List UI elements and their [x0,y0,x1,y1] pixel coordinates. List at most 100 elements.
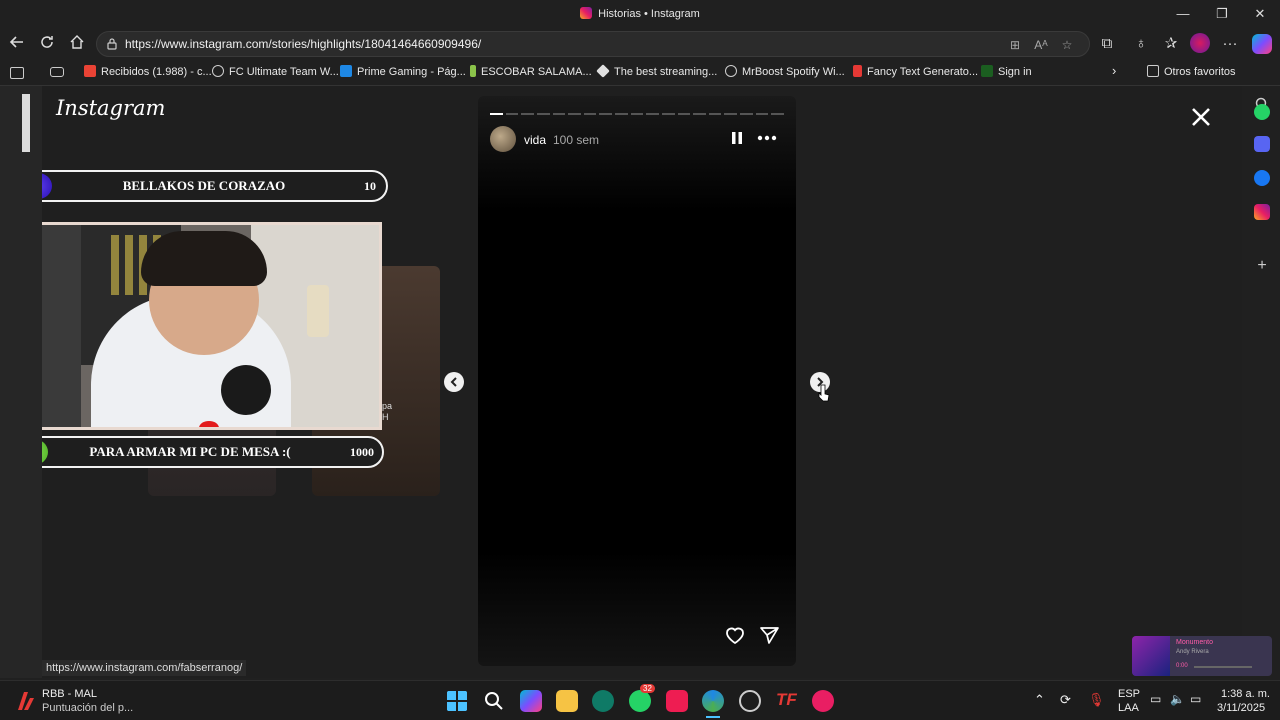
previous-story-button[interactable] [444,372,464,392]
webcam-wall-left [42,225,81,427]
battery-icon[interactable]: ▭ [1190,692,1201,706]
favorite-star-icon[interactable]: ☆ [1059,37,1075,53]
volume-icon[interactable]: 🔈 [1170,692,1185,706]
edge-taskbar-icon[interactable] [702,690,724,712]
minimize-button[interactable]: — [1168,4,1198,24]
app-available-icon[interactable]: ⊞ [1007,37,1023,53]
read-aloud-icon[interactable]: Aᴬ [1033,37,1049,53]
rbb-app-icon[interactable] [14,690,36,712]
story-progress-segment [693,113,706,115]
story-progress-segment [583,113,597,115]
bookmark-fc-ultimate[interactable]: FC Ultimate Team W... [212,65,339,78]
whatsapp-sidebar-icon[interactable] [1254,104,1270,120]
previous-story-preview[interactable]: pa H 0 BELLAKOS DE CORAZAO 10 [42,166,442,496]
add-sidebar-app-icon[interactable]: + [1254,258,1270,274]
network-icon[interactable]: ▭ [1150,692,1161,706]
taskbar-widget-subtitle[interactable]: Puntuación del p... [42,702,133,714]
bookmark-sign-in[interactable]: Sign in [981,65,1032,78]
lock-icon [107,38,117,50]
instagram-sidebar-icon[interactable] [1254,204,1270,220]
bookmark-label: FC Ultimate Team W... [229,66,339,78]
sidebar-scroll-thumb[interactable] [22,94,30,152]
heart-icon[interactable] [724,624,746,646]
other-favorites-folder[interactable]: Otros favoritos [1147,65,1236,78]
address-url[interactable]: https://www.instagram.com/stories/highli… [125,37,481,51]
clock-time[interactable]: 1:38 a. m. [1221,688,1270,700]
story-card[interactable]: vida 100 sem [478,96,796,666]
story-progress-bar [490,113,784,115]
media-player-widget[interactable]: Monumento Andy Rivera 0:00 [1132,636,1272,676]
facebook-sidebar-icon[interactable] [1254,170,1270,186]
taskbar-search-icon[interactable] [483,690,505,712]
pause-icon[interactable] [730,130,744,146]
chevron-left-icon [450,377,457,387]
taskbar-widget-title[interactable]: RBB - MAL [42,688,97,700]
more-options-icon[interactable] [756,132,778,144]
story-username[interactable]: vida [524,133,546,147]
favorites-icon: ✰ [1164,35,1178,52]
bookmark-prime-gaming[interactable]: Prime Gaming - Pág... [340,65,466,78]
back-button[interactable] [6,34,28,54]
back-arrow-icon [9,36,23,48]
copilot-taskbar-icon[interactable] [520,690,542,712]
window-title-bar: Historias • Instagram — ❐ ✕ [0,0,1280,28]
home-button[interactable] [66,34,88,54]
gmail-icon [84,65,96,77]
input-language-top[interactable]: ESP [1118,688,1140,700]
goal-target-number: 1000 [350,445,374,459]
whatsapp-taskbar-icon[interactable]: 32 [629,684,655,712]
browser-essentials-button[interactable]: ♁ [1130,34,1152,54]
bookmark-streaming[interactable]: The best streaming... [596,64,717,78]
profile-avatar[interactable] [1190,33,1210,53]
favorites-button[interactable]: ✰ [1160,34,1182,54]
bookmark-label: Prime Gaming - Pág... [357,66,466,78]
folder-icon [1147,65,1159,77]
bookmark-label: MrBoost Spotify Wi... [742,66,845,78]
media-progress[interactable] [1194,666,1252,668]
instagram-logo[interactable]: Instagram [56,96,165,120]
edge-active-indicator [706,716,720,718]
send-icon[interactable] [758,624,780,646]
goal-title: BELLAKOS DE CORAZAO [122,178,286,193]
bookmark-gmail[interactable]: Recibidos (1.988) - c... [84,65,212,78]
collections-icon[interactable] [50,67,64,77]
diamond-icon [596,64,610,78]
settings-menu-button[interactable]: ··· [1219,34,1241,54]
globe-icon [725,65,737,77]
bookmark-label: Fancy Text Generato... [867,66,979,78]
tray-sync-icon[interactable]: ⟳ [1060,692,1071,708]
story-progress-segment [599,113,612,115]
left-sidebar [0,86,42,678]
clock-date[interactable]: 3/11/2025 [1217,702,1265,714]
windows-start-icon[interactable] [446,690,468,712]
input-language-bottom[interactable]: LAA [1118,702,1139,714]
tab-actions-icon[interactable] [10,67,24,79]
story-progress-segment [536,113,550,115]
tray-overflow-chevron-icon[interactable]: ⌃ [1034,692,1045,708]
globe-icon [212,65,224,77]
app-crescent-icon[interactable] [592,690,614,712]
file-explorer-icon[interactable] [556,690,578,712]
chatgpt-taskbar-icon[interactable] [739,690,761,712]
bookmarks-overflow-chevron-icon[interactable]: › [1112,63,1116,78]
bookmark-escobar[interactable]: ESCOBAR SALAMA... [470,65,592,78]
discord-sidebar-icon[interactable] [1254,136,1270,152]
refresh-button[interactable] [36,34,58,54]
bookmark-mrboost[interactable]: MrBoost Spotify Wi... [725,65,845,78]
copilot-button[interactable] [1252,34,1272,54]
close-window-button[interactable]: ✕ [1245,4,1275,24]
other-favorites-label: Otros favoritos [1164,66,1236,78]
red-splash [199,421,219,427]
story-user-avatar[interactable] [490,126,516,152]
tf-app-icon[interactable]: TF [776,690,798,712]
story-progress-segment [490,113,503,115]
maximize-button[interactable]: ❐ [1207,4,1237,24]
address-bar[interactable]: https://www.instagram.com/stories/highli… [96,31,1090,57]
close-story-icon[interactable] [1188,104,1214,130]
tiktok-taskbar-icon[interactable] [666,690,688,712]
media-time: 0:00 [1176,663,1188,669]
extensions-button[interactable]: ⧉ [1096,34,1118,54]
media-player-taskbar-icon[interactable] [812,690,834,712]
bookmark-fancy-text[interactable]: Fancy Text Generato... [853,65,978,78]
microphone-icon[interactable]: 🎙 [1088,692,1105,708]
